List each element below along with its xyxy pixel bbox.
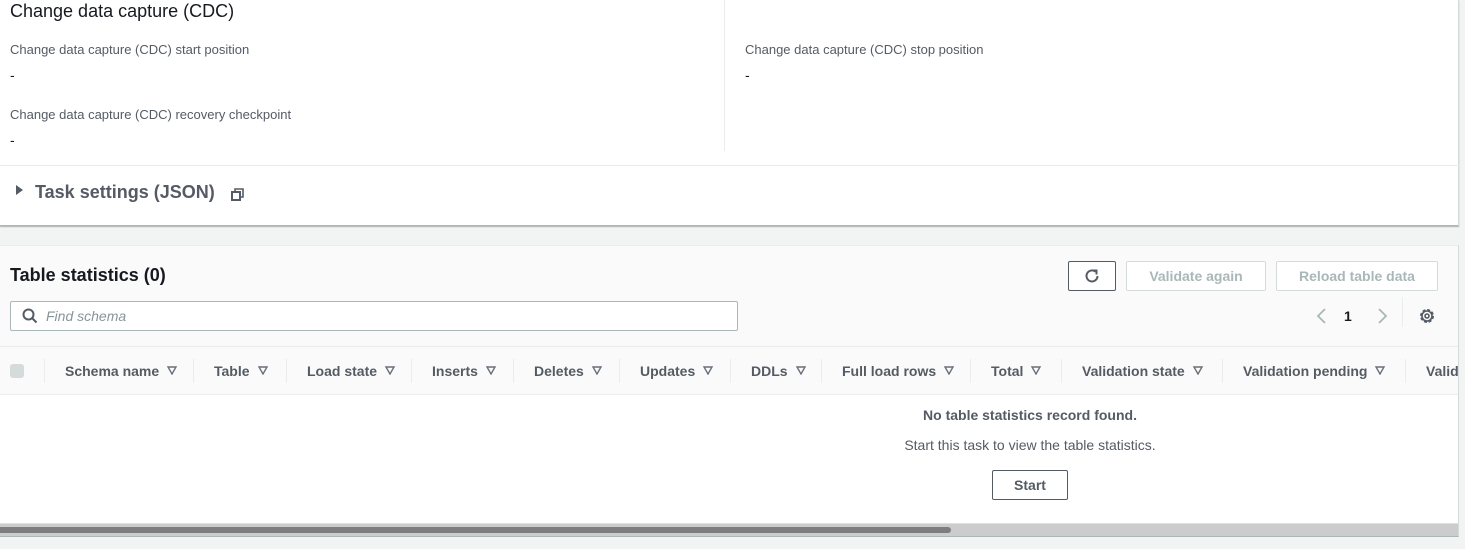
column-label: Validation pending xyxy=(1243,362,1368,379)
sort-icon xyxy=(1031,366,1042,375)
column-label: Updates xyxy=(640,362,696,379)
empty-state-title: No table statistics record found. xyxy=(923,407,1137,423)
column-header-table[interactable]: Table xyxy=(214,347,268,394)
column-header-load-state[interactable]: Load state xyxy=(307,347,396,394)
gear-icon[interactable] xyxy=(1418,307,1436,325)
column-header-ddls[interactable]: DDLs xyxy=(751,347,806,394)
copy-icon[interactable] xyxy=(231,188,245,202)
column-label: Deletes xyxy=(534,362,584,379)
sort-icon xyxy=(257,366,268,375)
column-header-deletes[interactable]: Deletes xyxy=(534,347,602,394)
column-label: Validation state xyxy=(1082,362,1185,379)
sort-icon xyxy=(795,366,806,375)
column-divider xyxy=(821,359,822,383)
column-label: Schema name xyxy=(65,362,160,379)
section-divider xyxy=(0,165,1459,166)
column-divider xyxy=(1061,359,1062,383)
column-header-validation-state[interactable]: Validation state xyxy=(1082,347,1203,394)
column-header-updates[interactable]: Updates xyxy=(640,347,714,394)
cdc-panel: Change data capture (CDC) Change data ca… xyxy=(0,0,1459,226)
column-header-validation-pending[interactable]: Validation pending xyxy=(1243,347,1386,394)
previous-page-icon[interactable] xyxy=(1314,306,1330,326)
table-header: Schema name Table Load state Inserts Del… xyxy=(0,346,1459,395)
cdc-start-position-value: - xyxy=(10,67,15,83)
horizontal-scrollbar-thumb[interactable] xyxy=(0,527,951,533)
column-divider xyxy=(619,359,620,383)
next-page-icon[interactable] xyxy=(1374,306,1390,326)
pagination-divider xyxy=(1402,297,1403,327)
column-header-total[interactable]: Total xyxy=(991,347,1042,394)
task-settings-title: Task settings (JSON) xyxy=(35,182,215,202)
refresh-icon xyxy=(1085,269,1099,283)
sort-icon xyxy=(703,366,714,375)
column-divider xyxy=(970,359,971,383)
validate-again-button[interactable]: Validate again xyxy=(1126,261,1266,291)
table-statistics-title: Table statistics (0) xyxy=(10,265,166,285)
empty-state-subtitle: Start this task to view the table statis… xyxy=(904,437,1156,453)
column-divider xyxy=(411,359,412,383)
sort-icon xyxy=(591,366,602,375)
current-page-number[interactable]: 1 xyxy=(1344,308,1352,324)
horizontal-scrollbar[interactable] xyxy=(0,523,1458,536)
task-settings-expander[interactable]: Task settings (JSON) xyxy=(16,182,215,203)
cdc-stop-position-label: Change data capture (CDC) stop position xyxy=(745,42,984,57)
sort-icon xyxy=(1192,366,1203,375)
start-task-button[interactable]: Start xyxy=(992,470,1068,500)
table-body-empty-state: No table statistics record found. Start … xyxy=(0,395,1458,523)
select-all-checkbox[interactable] xyxy=(10,364,24,378)
column-header-full-load-rows[interactable]: Full load rows xyxy=(842,347,955,394)
column-divider xyxy=(730,359,731,383)
cdc-start-position-label: Change data capture (CDC) start position xyxy=(10,42,250,57)
cdc-recovery-checkpoint-value: - xyxy=(10,132,15,148)
column-divider xyxy=(1222,359,1223,383)
column-divider xyxy=(513,359,514,383)
column-divider xyxy=(724,0,725,151)
column-header-validation-truncated[interactable]: Valid xyxy=(1426,347,1459,394)
search-field[interactable] xyxy=(10,301,738,331)
column-divider xyxy=(193,359,194,383)
sort-icon xyxy=(1375,366,1386,375)
column-header-inserts[interactable]: Inserts xyxy=(432,347,496,394)
refresh-button[interactable] xyxy=(1068,261,1116,291)
sort-icon xyxy=(385,366,396,375)
column-divider xyxy=(1405,359,1406,383)
sort-icon xyxy=(485,366,496,375)
caret-right-icon xyxy=(16,184,23,195)
column-label: Inserts xyxy=(432,362,478,379)
column-label: Valid xyxy=(1426,362,1459,379)
sort-icon xyxy=(944,366,955,375)
sort-icon xyxy=(167,366,178,375)
column-label: Table xyxy=(214,362,250,379)
reload-table-data-button[interactable]: Reload table data xyxy=(1276,261,1438,291)
column-label: Load state xyxy=(307,362,378,379)
column-divider xyxy=(286,359,287,383)
cdc-section-title: Change data capture (CDC) xyxy=(10,1,235,21)
find-schema-input[interactable] xyxy=(46,308,706,324)
column-divider xyxy=(44,359,45,383)
column-label: Full load rows xyxy=(842,362,937,379)
cdc-stop-position-value: - xyxy=(745,67,750,83)
column-header-schema-name[interactable]: Schema name xyxy=(65,347,178,394)
cdc-recovery-checkpoint-label: Change data capture (CDC) recovery check… xyxy=(10,107,292,122)
search-icon xyxy=(22,308,38,324)
table-statistics-panel: Table statistics (0) Validate again Relo… xyxy=(0,245,1459,537)
column-label: DDLs xyxy=(751,362,788,379)
column-label: Total xyxy=(991,362,1024,379)
